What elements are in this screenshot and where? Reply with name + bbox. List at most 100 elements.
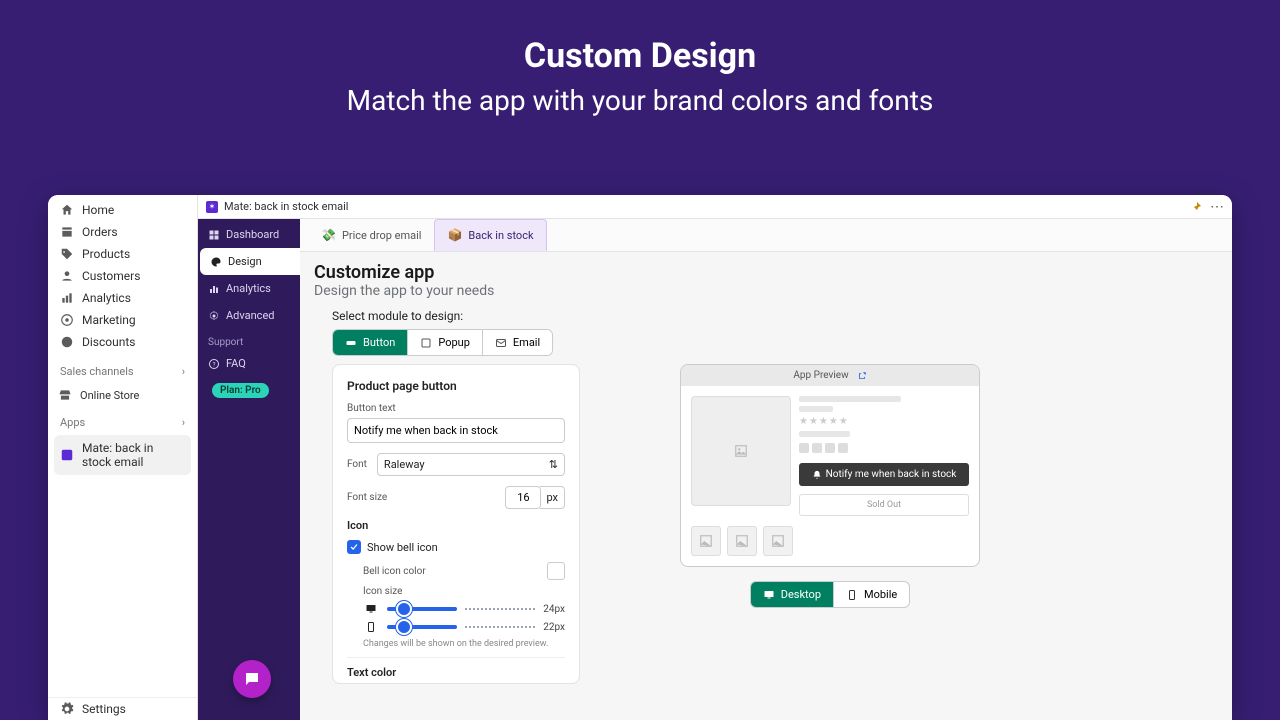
module-button[interactable]: Button — [333, 330, 407, 355]
font-select[interactable]: Raleway⇅ — [377, 453, 565, 476]
bell-color-swatch[interactable] — [547, 562, 565, 580]
email-icon — [495, 337, 507, 349]
module-email[interactable]: Email — [482, 330, 552, 355]
hero-banner: Custom Design Match the app with your br… — [0, 0, 1280, 117]
thumb-3[interactable] — [763, 526, 793, 556]
popup-icon — [420, 337, 432, 349]
app-sidebar: Dashboard Design Analytics Advanced Supp… — [198, 219, 300, 720]
tab-back-in-stock[interactable]: 📦Back in stock — [434, 219, 546, 251]
checkbox-checked-icon — [347, 540, 361, 554]
plan-badge: Plan: Pro — [212, 383, 269, 398]
gear-icon — [208, 310, 220, 322]
thumb-2[interactable] — [727, 526, 757, 556]
gear-icon — [60, 702, 74, 716]
rating-placeholder: ★★★★★ — [799, 416, 969, 427]
topbar: ✶ Mate: back in stock email ⋯ — [198, 195, 1232, 219]
settings-card: Product page button Button text Font Ral… — [332, 364, 580, 684]
chart-icon — [60, 291, 74, 305]
nav-app-mate[interactable]: Mate: back in stock email — [54, 435, 191, 475]
palette-icon — [210, 256, 222, 268]
preview-note: Changes will be shown on the desired pre… — [363, 639, 565, 649]
preview-thumbnails — [681, 526, 979, 566]
image-placeholder-icon — [734, 444, 748, 458]
device-mobile[interactable]: Mobile — [834, 581, 910, 608]
pin-icon[interactable] — [1190, 201, 1202, 213]
side-faq[interactable]: ?FAQ — [198, 350, 300, 377]
mobile-icon-slider[interactable]: 22px — [363, 621, 565, 633]
apps-header[interactable]: Apps› — [48, 408, 197, 433]
dashboard-icon — [208, 229, 220, 241]
nav-analytics[interactable]: Analytics — [48, 287, 197, 309]
chat-icon — [243, 670, 261, 688]
main-area: ✶ Mate: back in stock email ⋯ Dashboard … — [198, 195, 1232, 720]
orders-icon — [60, 225, 74, 239]
font-size-input[interactable] — [505, 486, 541, 509]
preview-notify-button[interactable]: Notify me when back in stock — [799, 463, 969, 486]
person-icon — [60, 269, 74, 283]
button-text-label: Button text — [347, 403, 565, 414]
store-icon — [58, 388, 72, 402]
desktop-icon — [363, 603, 379, 615]
shopify-nav: Home Orders Products Customers Analytics… — [48, 195, 198, 720]
preview-column: App Preview ★★★★★ — [680, 364, 980, 608]
side-analytics[interactable]: Analytics — [198, 275, 300, 302]
chevron-updown-icon: ⇅ — [549, 458, 558, 471]
nav-orders[interactable]: Orders — [48, 221, 197, 243]
select-module-label: Select module to design: — [332, 309, 1218, 323]
button-icon — [345, 337, 357, 349]
device-segment: Desktop Mobile — [680, 581, 980, 608]
thumb-1[interactable] — [691, 526, 721, 556]
sold-out-button: Sold Out — [799, 494, 969, 516]
preview-header: App Preview — [681, 365, 979, 386]
external-link-icon[interactable] — [857, 371, 867, 381]
preview-main-image — [691, 396, 791, 506]
tab-price-drop[interactable]: 💸Price drop email — [308, 219, 434, 251]
mobile-icon — [846, 589, 858, 601]
discount-icon — [60, 335, 74, 349]
page-subtitle: Design the app to your needs — [314, 283, 1218, 299]
tag-icon — [60, 247, 74, 261]
support-header: Support — [198, 329, 300, 350]
nav-online-store[interactable]: Online Store — [48, 382, 197, 408]
sales-channels-header[interactable]: Sales channels› — [48, 357, 197, 382]
nav-home[interactable]: Home — [48, 199, 197, 221]
hero-subtitle: Match the app with your brand colors and… — [0, 84, 1280, 117]
question-icon: ? — [208, 358, 220, 370]
side-dashboard[interactable]: Dashboard — [198, 221, 300, 248]
text-color-label: Text color — [347, 657, 565, 679]
desktop-icon — [763, 589, 775, 601]
hero-title: Custom Design — [0, 36, 1280, 76]
page-title: Customize app — [314, 262, 1218, 283]
home-icon — [60, 203, 74, 217]
module-popup[interactable]: Popup — [407, 330, 482, 355]
side-design[interactable]: Design — [200, 248, 300, 275]
app-preview: App Preview ★★★★★ — [680, 364, 980, 567]
app-window: Home Orders Products Customers Analytics… — [48, 195, 1232, 720]
chat-fab[interactable] — [233, 660, 271, 698]
icon-size-label: Icon size — [363, 586, 565, 597]
mobile-icon — [363, 621, 379, 633]
module-segment: Button Popup Email — [332, 329, 553, 356]
show-bell-checkbox[interactable]: Show bell icon — [347, 540, 565, 554]
bell-icon — [812, 470, 822, 480]
device-desktop[interactable]: Desktop — [750, 581, 834, 608]
side-advanced[interactable]: Advanced — [198, 302, 300, 329]
card-title: Product page button — [347, 379, 565, 393]
nav-customers[interactable]: Customers — [48, 265, 197, 287]
icon-section-title: Icon — [347, 519, 565, 532]
topbar-title: Mate: back in stock email — [224, 200, 348, 213]
target-icon — [60, 313, 74, 327]
money-icon: 💸 — [321, 228, 336, 242]
more-icon[interactable]: ⋯ — [1210, 199, 1224, 215]
desktop-icon-slider[interactable]: 24px — [363, 603, 565, 615]
font-label: Font — [347, 459, 367, 470]
nav-settings[interactable]: Settings — [48, 697, 197, 720]
button-text-input[interactable] — [347, 418, 565, 443]
nav-products[interactable]: Products — [48, 243, 197, 265]
nav-discounts[interactable]: Discounts — [48, 331, 197, 353]
nav-marketing[interactable]: Marketing — [48, 309, 197, 331]
bars-icon — [208, 283, 220, 295]
app-mark-icon: ✶ — [206, 201, 218, 213]
top-tabs: 💸Price drop email 📦Back in stock — [300, 219, 1232, 252]
font-unit: px — [540, 486, 565, 509]
